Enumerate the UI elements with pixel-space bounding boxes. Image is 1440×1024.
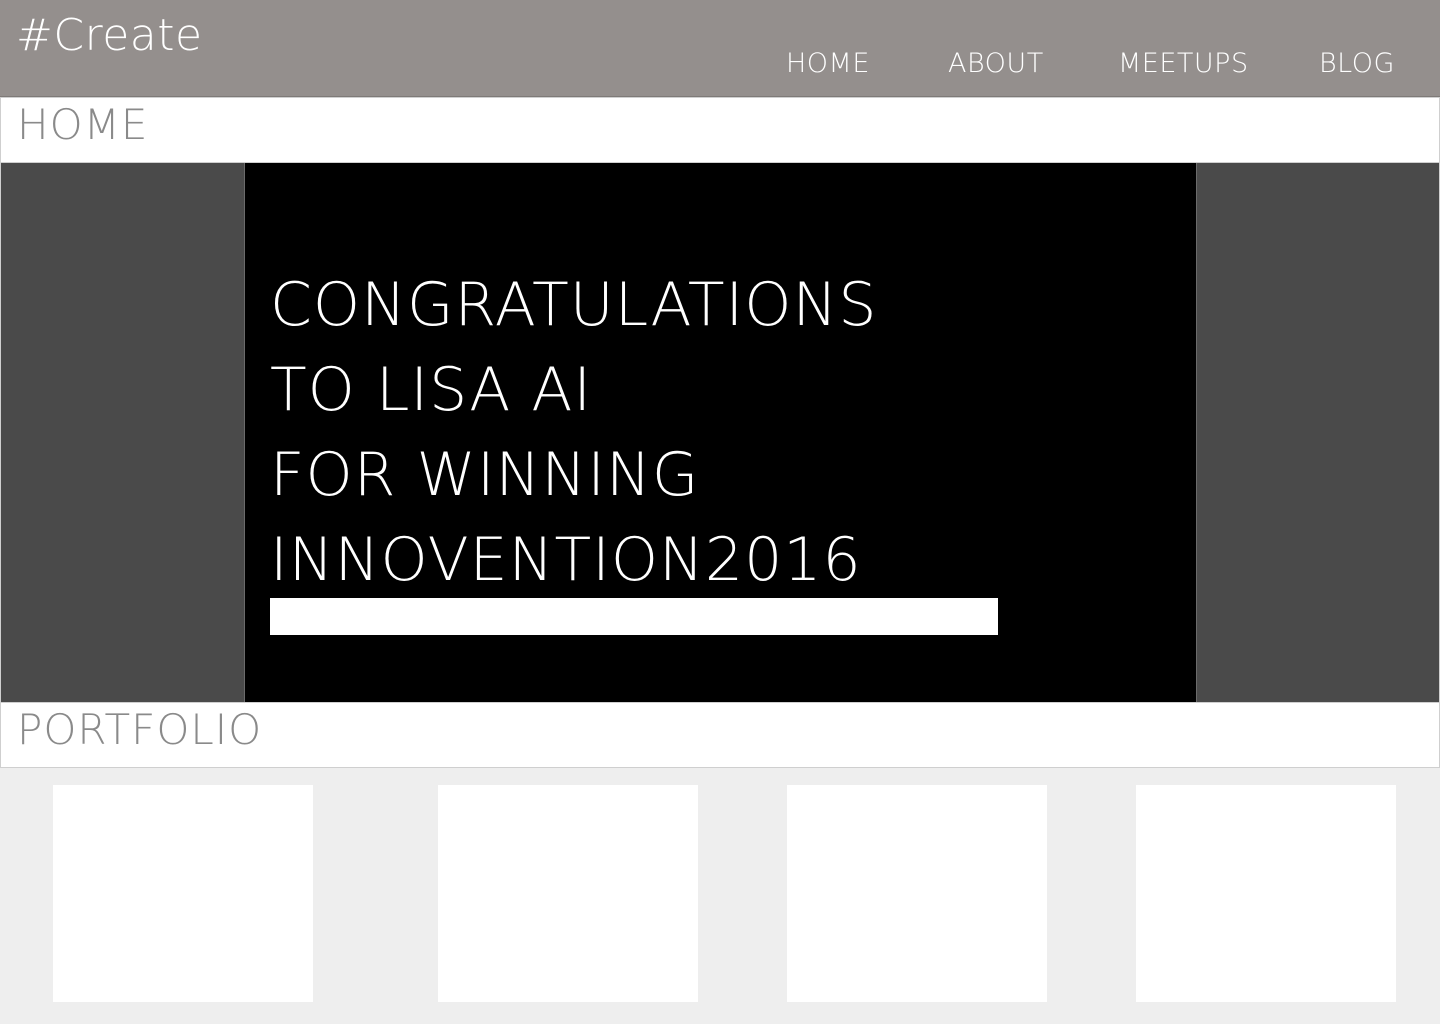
- portfolio-tile[interactable]: [1136, 785, 1396, 1002]
- home-section-header: HOME: [0, 97, 1440, 163]
- hero-panel: CONGRATULATIONS TO LISA AI FOR WINNING I…: [244, 163, 1197, 702]
- portfolio-tile[interactable]: [438, 785, 698, 1002]
- site-logo[interactable]: #Create: [16, 14, 203, 58]
- nav-link-home[interactable]: HOME: [786, 50, 870, 77]
- hero-line-4: INNOVENTION2016: [270, 525, 862, 595]
- portfolio-grid: [0, 768, 1440, 1024]
- nav-link-meetups[interactable]: MEETUPS: [1118, 50, 1249, 77]
- portfolio-tile[interactable]: [787, 785, 1047, 1002]
- hero-banner: CONGRATULATIONS TO LISA AI FOR WINNING I…: [0, 163, 1440, 702]
- portfolio-tile[interactable]: [53, 785, 313, 1002]
- portfolio-section-title: PORTFOLIO: [17, 705, 263, 754]
- hero-line-3: FOR WINNING: [270, 440, 700, 510]
- hero-headline: CONGRATULATIONS TO LISA AI FOR WINNING I…: [270, 263, 877, 603]
- hero-underline-bar: [270, 598, 998, 635]
- hero-line-1: CONGRATULATIONS: [270, 270, 878, 340]
- home-section-title: HOME: [17, 100, 149, 149]
- portfolio-section-header: PORTFOLIO: [0, 702, 1440, 768]
- nav-link-blog[interactable]: BLOG: [1319, 50, 1395, 77]
- hero-line-2: TO LISA AI: [270, 355, 593, 425]
- nav-link-about[interactable]: ABOUT: [948, 50, 1044, 77]
- top-navigation-bar: #Create HOME ABOUT MEETUPS BLOG: [0, 0, 1440, 97]
